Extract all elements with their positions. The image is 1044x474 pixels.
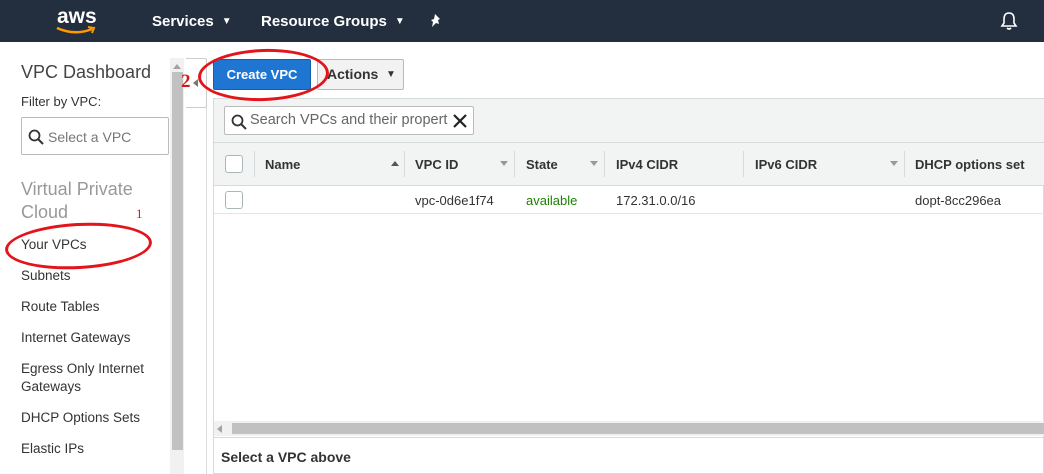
filter-by-vpc-label: Filter by VPC:	[21, 94, 102, 109]
column-divider	[604, 151, 605, 177]
cell-state: available	[526, 193, 578, 208]
sidebar-item-elastic-ips[interactable]: Elastic IPs	[21, 440, 84, 458]
aws-logo-text: aws	[57, 5, 97, 28]
column-header-ipv4-cidr[interactable]: IPv4 CIDR	[616, 157, 678, 172]
smile-arrow-icon	[56, 26, 96, 34]
pin-icon[interactable]	[430, 13, 444, 34]
chevron-down-icon: ▼	[394, 16, 405, 27]
section-heading-virtual-private-cloud: Virtual Private Cloud	[21, 178, 146, 224]
services-menu[interactable]: Services ▼	[152, 13, 232, 31]
cell-vpc-id: vpc-0d6e1f74	[415, 193, 494, 208]
column-divider	[254, 151, 255, 177]
top-navigation-bar: aws Services ▼ Resource Groups ▼	[0, 0, 1044, 42]
sidebar-scroll-thumb[interactable]	[172, 72, 183, 450]
column-divider	[404, 151, 405, 177]
search-placeholder: Search VPCs and their properties	[250, 112, 448, 128]
search-input[interactable]: Search VPCs and their properties	[224, 106, 474, 135]
services-label: Services	[152, 13, 214, 30]
actions-label: Actions	[327, 66, 379, 82]
column-header-dhcp-options-set[interactable]: DHCP options set	[915, 157, 1025, 172]
aws-logo[interactable]: aws	[52, 5, 102, 37]
cell-dhcp-options-set: dopt-8cc296ea	[915, 193, 1002, 208]
vpc-filter-placeholder: Select a VPC	[48, 129, 132, 145]
scroll-left-arrow-icon[interactable]	[217, 425, 222, 433]
section-heading-text: Virtual Private Cloud	[21, 179, 133, 222]
horizontal-scroll-thumb[interactable]	[232, 423, 1044, 434]
actions-dropdown-button[interactable]: Actions ▼	[317, 59, 404, 90]
column-header-state[interactable]: State	[526, 157, 558, 172]
row-checkbox[interactable]	[225, 191, 243, 209]
divider	[214, 437, 1044, 438]
sidebar-item-dhcp-options-sets[interactable]: DHCP Options Sets	[21, 409, 140, 427]
sort-icon[interactable]	[890, 161, 898, 166]
column-divider	[514, 151, 515, 177]
sort-ascending-icon[interactable]	[391, 161, 399, 166]
chevron-down-icon: ▼	[221, 16, 232, 27]
sidebar-item-internet-gateways[interactable]: Internet Gateways	[21, 329, 131, 347]
chevron-down-icon: ▼	[386, 69, 396, 80]
cell-ipv4-cidr: 172.31.0.0/16	[616, 193, 696, 208]
select-all-checkbox[interactable]	[225, 155, 243, 173]
search-icon	[231, 114, 247, 130]
sidebar-item-subnets[interactable]: Subnets	[21, 267, 71, 285]
clear-search-icon[interactable]	[453, 114, 467, 128]
vpc-filter-select[interactable]: Select a VPC	[21, 117, 169, 155]
scroll-up-arrow-icon[interactable]	[173, 64, 181, 69]
annotation-circle-create-vpc	[197, 46, 330, 104]
column-divider	[743, 151, 744, 177]
column-header-name[interactable]: Name	[265, 157, 300, 172]
sidebar-item-route-tables[interactable]: Route Tables	[21, 298, 100, 316]
resource-groups-menu[interactable]: Resource Groups ▼	[261, 13, 405, 31]
column-header-ipv6-cidr[interactable]: IPv6 CIDR	[755, 157, 817, 172]
annotation-step-2: 2	[181, 71, 191, 92]
column-header-vpc-id[interactable]: VPC ID	[415, 157, 458, 172]
resource-groups-label: Resource Groups	[261, 13, 387, 30]
details-pane-message: Select a VPC above	[221, 449, 351, 465]
chevron-left-icon	[193, 79, 198, 87]
sort-icon[interactable]	[590, 161, 598, 166]
sort-icon[interactable]	[500, 161, 508, 166]
column-divider	[904, 151, 905, 177]
divider	[206, 108, 207, 474]
annotation-step-1: 1	[136, 206, 143, 221]
bell-icon[interactable]	[1000, 11, 1018, 36]
sidebar-title[interactable]: VPC Dashboard	[21, 62, 151, 83]
search-icon	[28, 129, 44, 145]
sidebar-item-egress-only-internet-gateways[interactable]: Egress Only Internet Gateways	[21, 360, 156, 396]
